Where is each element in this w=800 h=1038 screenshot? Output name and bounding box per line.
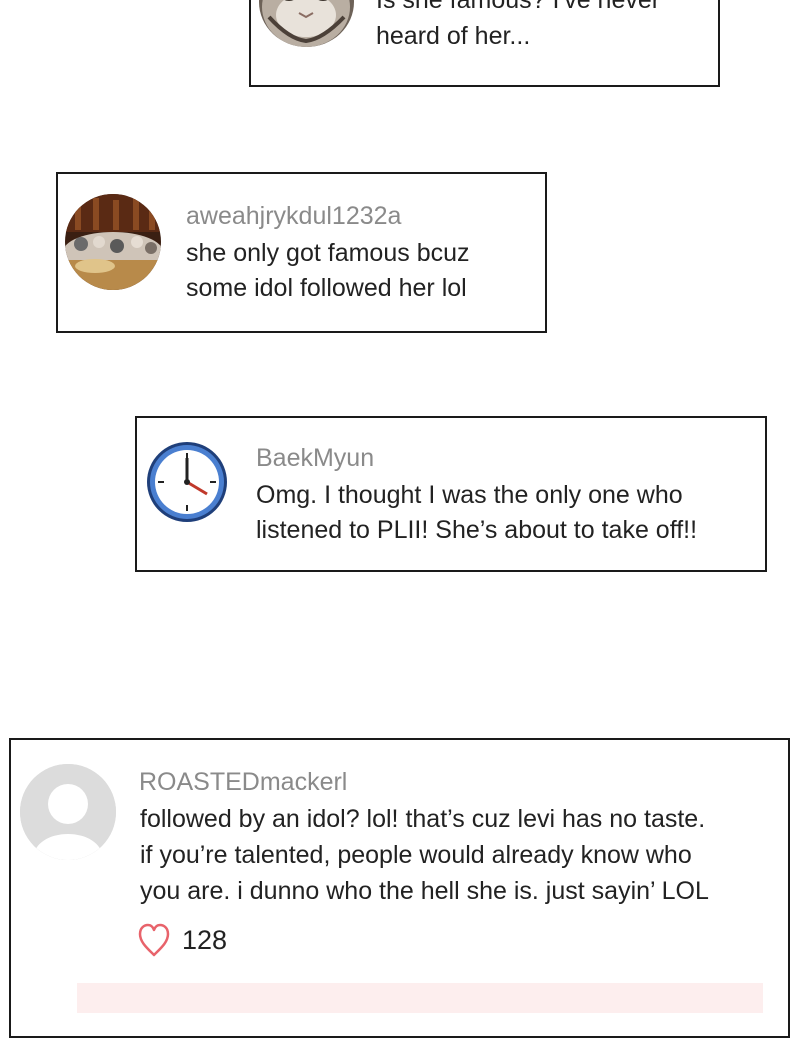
reply-section [77,983,763,1013]
comment-card: BaekMyun Omg. I thought I was the only o… [135,416,767,572]
crowd-photo-avatar[interactable] [65,194,161,290]
heart-outline-icon[interactable] [137,922,171,958]
comment-username[interactable]: BaekMyun [256,443,374,473]
comment-text: Is she famous? I've never heard of her..… [376,0,661,50]
comment-text: Omg. I thought I was the only one who li… [256,481,698,544]
cat-avatar[interactable] [259,0,354,47]
comment-username[interactable]: ROASTEDmackerl [139,767,347,797]
comment-text: followed by an idol? lol! that’s cuz lev… [140,805,709,905]
comment-username[interactable]: aweahjrykdul1232a [186,201,401,231]
comment-card: aweahjrykdul1232a she only got famous bc… [56,172,547,333]
comment-text: she only got famous bcuz some idol follo… [186,239,470,302]
clock-icon[interactable] [145,440,229,524]
like-control: 128 [137,920,227,960]
comment-card: ROASTEDmackerl followed by an idol? lol!… [9,738,790,1038]
like-count: 128 [182,924,228,955]
default-user-icon[interactable] [20,764,116,860]
comment-card: Is she famous? I've never heard of her..… [249,0,720,87]
